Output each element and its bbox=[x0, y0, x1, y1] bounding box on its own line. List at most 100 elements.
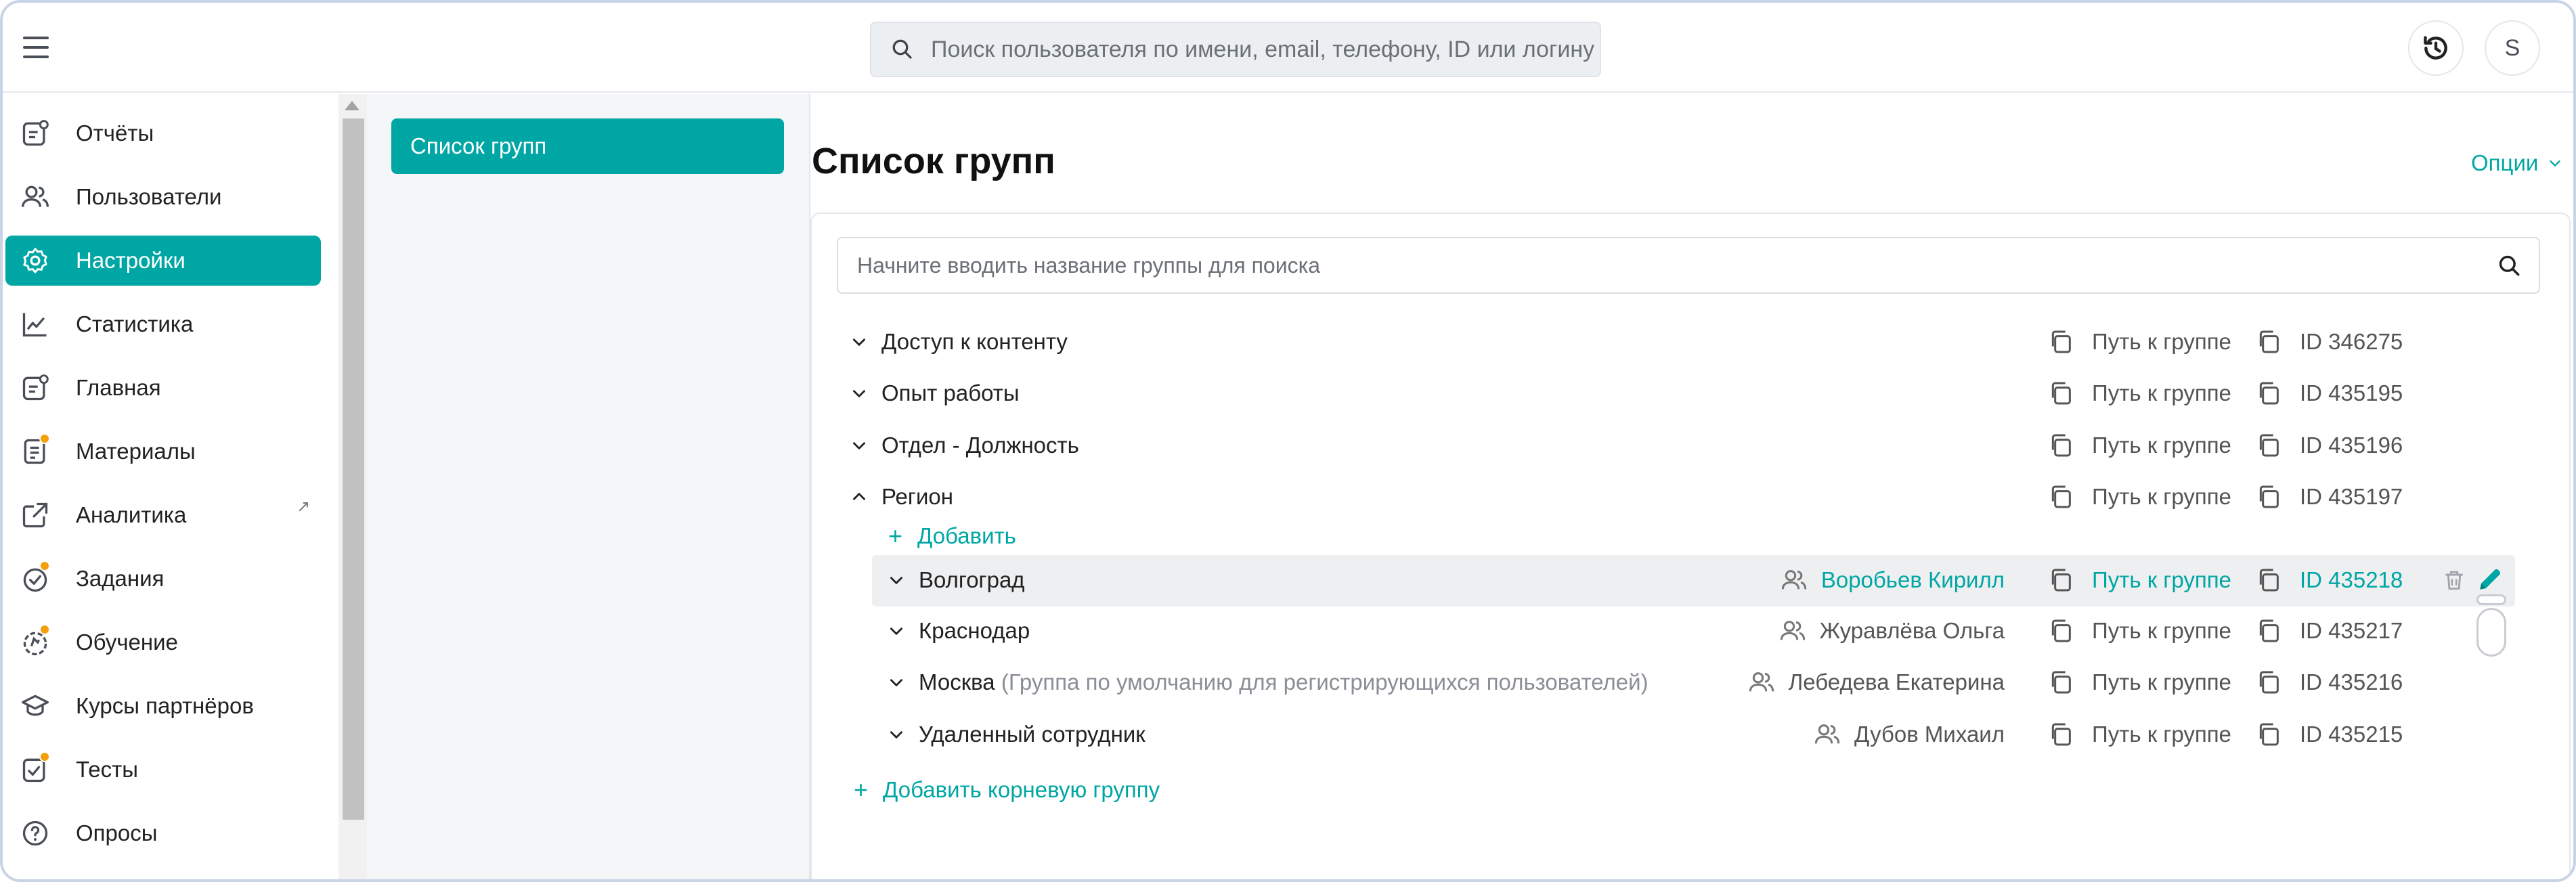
copy-path-button[interactable]: Путь к группе bbox=[2047, 567, 2231, 594]
sidebar-item-materials[interactable]: Материалы bbox=[5, 426, 321, 477]
copy-path-button[interactable]: Путь к группе bbox=[2047, 721, 2231, 748]
group-name: Отдел - Должность bbox=[881, 433, 1079, 458]
plus-icon: + bbox=[854, 776, 869, 803]
notification-dot bbox=[39, 624, 50, 635]
group-name: Регион bbox=[881, 484, 953, 509]
sidebar-item-reports[interactable]: Отчёты bbox=[5, 108, 321, 158]
sidebar-item-tests[interactable]: Тесты bbox=[5, 745, 321, 795]
path-label: Путь к группе bbox=[2092, 380, 2231, 405]
copy-id-button[interactable]: ID 435216 bbox=[2255, 669, 2403, 696]
path-label: Путь к группе bbox=[2092, 329, 2231, 354]
search-placeholder: Поиск пользователя по имени, email, теле… bbox=[931, 36, 1595, 62]
group-id: ID 435197 bbox=[2300, 484, 2403, 509]
scroll-up-arrow-icon[interactable] bbox=[345, 101, 359, 110]
sidebar-item-learning[interactable]: Обучение bbox=[5, 617, 321, 667]
notification-dot bbox=[39, 560, 50, 571]
subgroup-name: Москва (Группа по умолчанию для регистри… bbox=[919, 669, 1649, 695]
history-button[interactable] bbox=[2408, 20, 2464, 76]
group-owner[interactable]: Лебедева Екатерина bbox=[1748, 669, 2005, 696]
copy-path-button[interactable]: Путь к группе bbox=[2047, 617, 2231, 644]
chevron-down-icon[interactable] bbox=[888, 571, 905, 589]
copy-icon bbox=[2259, 619, 2279, 642]
search-icon[interactable] bbox=[2497, 253, 2523, 279]
owner-name: Лебедева Екатерина bbox=[1788, 669, 2005, 694]
sidebar-item-settings[interactable]: Настройки bbox=[5, 236, 321, 286]
copy-path-button[interactable]: Путь к группе bbox=[2047, 669, 2231, 696]
chevron-up-icon[interactable] bbox=[850, 488, 868, 506]
copy-id-button[interactable]: ID 435197 bbox=[2255, 483, 2403, 510]
path-label: Путь к группе bbox=[2092, 567, 2231, 592]
copy-id-button[interactable]: ID 435217 bbox=[2255, 617, 2403, 644]
group-name: Доступ к контенту bbox=[881, 329, 1068, 354]
chevron-down-icon[interactable] bbox=[888, 622, 905, 640]
group-id: ID 435217 bbox=[2300, 618, 2403, 643]
chevron-down-icon bbox=[2550, 160, 2560, 167]
sidebar-item-surveys[interactable]: Опросы bbox=[5, 808, 321, 858]
scrollbar-thumb[interactable] bbox=[343, 118, 364, 820]
path-label: Путь к группе bbox=[2092, 618, 2231, 643]
owner-name: Журавлёва Ольга bbox=[1819, 618, 2005, 643]
add-label: Добавить bbox=[917, 523, 1016, 548]
chevron-down-icon[interactable] bbox=[850, 384, 868, 402]
group-owner[interactable]: Воробьев Кирилл bbox=[1781, 567, 2005, 594]
group-id: ID 435218 bbox=[2300, 567, 2403, 592]
sidebar-scrollbar[interactable] bbox=[339, 94, 367, 879]
sidebar-item-label: Главная bbox=[76, 375, 161, 400]
chevron-down-icon[interactable] bbox=[888, 726, 905, 743]
options-dropdown[interactable]: Опции bbox=[2471, 150, 2562, 176]
path-label: Путь к группе bbox=[2092, 484, 2231, 509]
history-icon bbox=[2424, 36, 2447, 60]
chevron-down-icon[interactable] bbox=[850, 333, 868, 351]
sidebar-item-label: Статистика bbox=[76, 311, 194, 336]
group-owner[interactable]: Дубов Михаил bbox=[1814, 721, 2005, 748]
copy-id-button[interactable]: ID 435218 bbox=[2255, 567, 2403, 594]
group-search-placeholder: Начните вводить название группы для поис… bbox=[857, 252, 1321, 278]
copy-id-button[interactable]: ID 435215 bbox=[2255, 721, 2403, 748]
user-search-input[interactable]: Поиск пользователя по имени, email, теле… bbox=[870, 22, 1601, 77]
sidebar-item-label: Пользователи bbox=[76, 184, 222, 209]
sidebar-item-statistics[interactable]: Статистика bbox=[5, 299, 321, 349]
copy-path-button[interactable]: Путь к группе bbox=[2047, 380, 2231, 407]
trash-icon[interactable] bbox=[2441, 567, 2467, 593]
reports-icon bbox=[22, 120, 49, 146]
copy-icon bbox=[2259, 330, 2279, 353]
surveys-icon bbox=[22, 820, 48, 846]
copy-path-button[interactable]: Путь к группе bbox=[2047, 328, 2231, 355]
home-icon bbox=[22, 374, 49, 401]
sidebar-item-analytics[interactable]: Аналитика ↗ bbox=[5, 490, 321, 540]
copy-id-button[interactable]: ID 346275 bbox=[2255, 328, 2403, 355]
copy-icon bbox=[2259, 671, 2279, 694]
copy-path-button[interactable]: Путь к группе bbox=[2047, 432, 2231, 459]
hamburger-menu-icon[interactable] bbox=[23, 37, 49, 58]
sidebar-item-home[interactable]: Главная bbox=[5, 363, 321, 413]
copy-icon bbox=[2051, 485, 2071, 508]
copy-id-button[interactable]: ID 435196 bbox=[2255, 432, 2403, 459]
copy-path-button[interactable]: Путь к группе bbox=[2047, 483, 2231, 510]
users-icon bbox=[1814, 724, 1840, 744]
group-owner[interactable]: Журавлёва Ольга bbox=[1779, 617, 2005, 644]
copy-icon bbox=[2051, 619, 2071, 642]
edit-pencil-icon[interactable] bbox=[2476, 565, 2505, 593]
owner-name: Воробьев Кирилл bbox=[1820, 567, 2005, 592]
subgroup-name: Краснодар bbox=[919, 618, 1030, 643]
group-search-input[interactable]: Начните вводить название группы для поис… bbox=[837, 237, 2540, 294]
copy-id-button[interactable]: ID 435195 bbox=[2255, 380, 2403, 407]
avatar[interactable]: S bbox=[2485, 20, 2540, 76]
copy-icon bbox=[2051, 382, 2071, 405]
subnav-item-group-list[interactable]: Список групп bbox=[391, 118, 784, 174]
chevron-down-icon[interactable] bbox=[850, 437, 868, 454]
sidebar-item-partner-courses[interactable]: Курсы партнёров bbox=[5, 681, 321, 731]
add-subgroup-link[interactable]: + Добавить bbox=[888, 522, 1016, 550]
chevron-down-icon[interactable] bbox=[888, 674, 905, 691]
copy-icon bbox=[2051, 330, 2071, 353]
page-title: Список групп bbox=[812, 141, 1055, 181]
sidebar-item-tasks[interactable]: Задания bbox=[5, 554, 321, 604]
default-group-note: (Группа по умолчанию для регистрирующихс… bbox=[1001, 669, 1649, 694]
owner-name: Дубов Михаил bbox=[1854, 722, 2005, 747]
copy-icon bbox=[2051, 671, 2071, 694]
add-root-group-link[interactable]: + Добавить корневую группу bbox=[854, 776, 1160, 804]
sidebar-item-label: Отчёты bbox=[76, 120, 154, 146]
sidebar-item-users[interactable]: Пользователи bbox=[5, 172, 321, 222]
users-icon bbox=[22, 185, 49, 207]
sidebar-item-label: Тесты bbox=[76, 757, 138, 782]
